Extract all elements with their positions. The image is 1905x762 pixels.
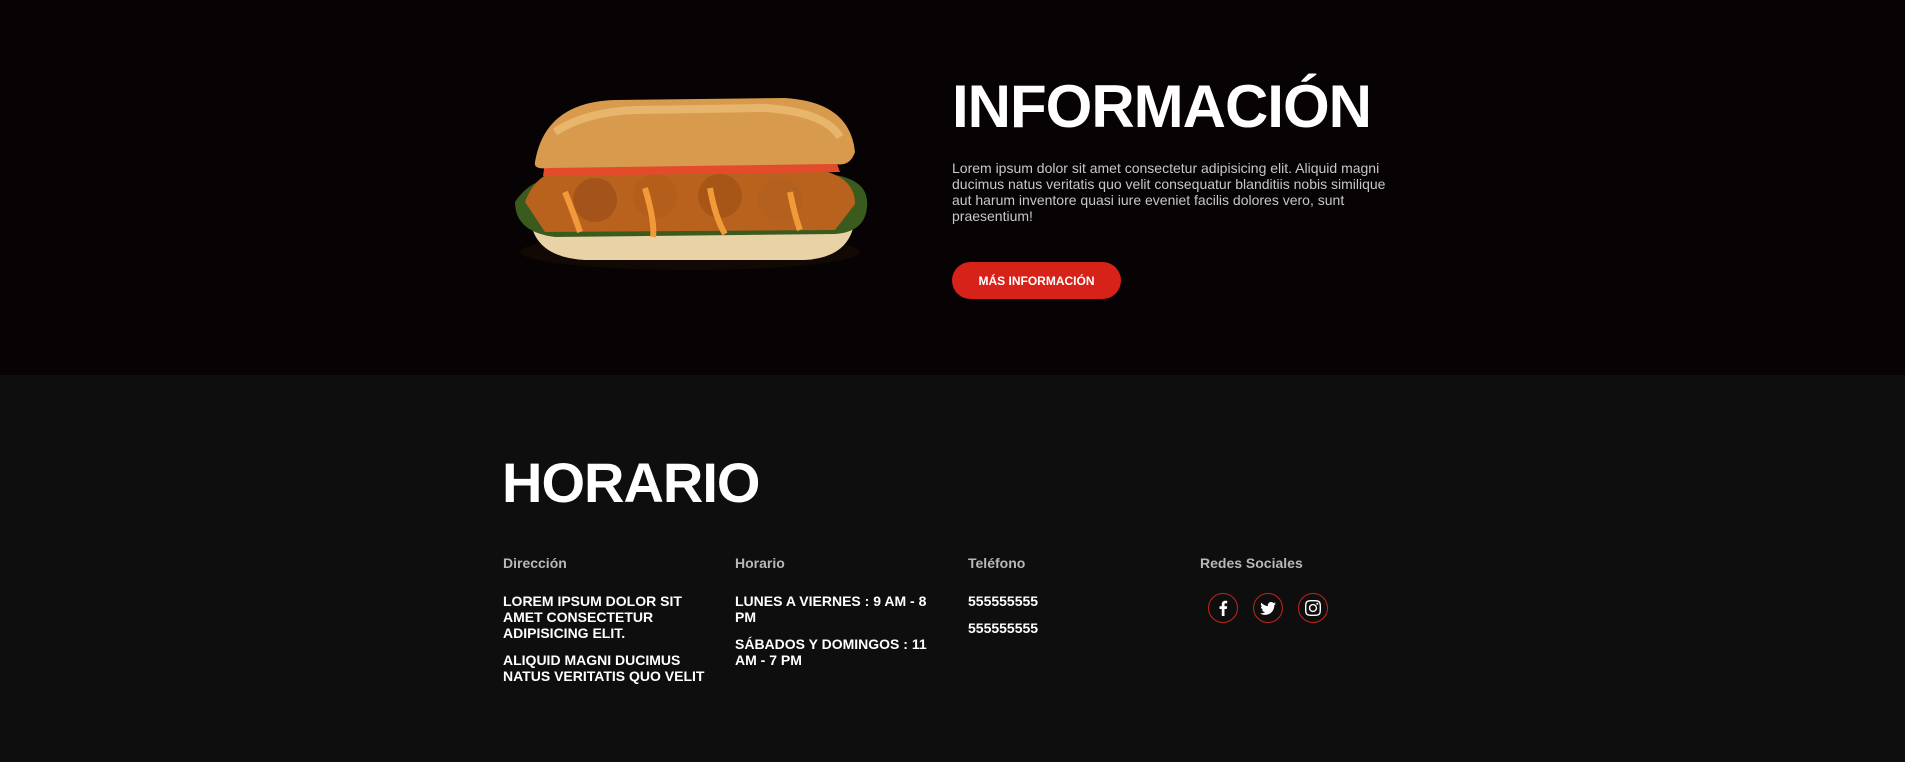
info-section: INFORMACIÓN Lorem ipsum dolor sit amet c…: [0, 0, 1905, 375]
info-description: Lorem ipsum dolor sit amet consectetur a…: [952, 160, 1386, 224]
phone-block: 555555555 555555555: [968, 593, 1178, 647]
address-line: ALIQUID MAGNI DUCIMUS NATUS VERITATIS QU…: [503, 652, 705, 684]
hours-section: HORARIO Dirección LOREM IPSUM DOLOR SIT …: [0, 375, 1905, 762]
schedule-heading: Horario: [735, 555, 785, 571]
hours-title: HORARIO: [502, 451, 760, 514]
instagram-icon[interactable]: [1298, 593, 1328, 623]
address-block: LOREM IPSUM DOLOR SIT AMET CONSECTETUR A…: [503, 593, 713, 695]
schedule-line: LUNES A VIERNES : 9 AM - 8 PM: [735, 593, 927, 625]
address-heading: Dirección: [503, 555, 567, 571]
phone-number[interactable]: 555555555: [968, 620, 1178, 636]
info-title: INFORMACIÓN: [952, 73, 1372, 140]
social-links: [1208, 593, 1328, 623]
address-line: LOREM IPSUM DOLOR SIT AMET CONSECTETUR A…: [503, 593, 682, 641]
schedule-block: LUNES A VIERNES : 9 AM - 8 PM SÁBADOS Y …: [735, 593, 935, 679]
sandwich-image: [515, 98, 868, 270]
more-info-button[interactable]: MÁS INFORMACIÓN: [952, 262, 1121, 299]
schedule-line: SÁBADOS Y DOMINGOS : 11 AM - 7 PM: [735, 636, 927, 668]
social-heading: Redes Sociales: [1200, 555, 1303, 571]
phone-number[interactable]: 555555555: [968, 593, 1178, 609]
facebook-icon[interactable]: [1208, 593, 1238, 623]
twitter-icon[interactable]: [1253, 593, 1283, 623]
phone-heading: Teléfono: [968, 555, 1026, 571]
